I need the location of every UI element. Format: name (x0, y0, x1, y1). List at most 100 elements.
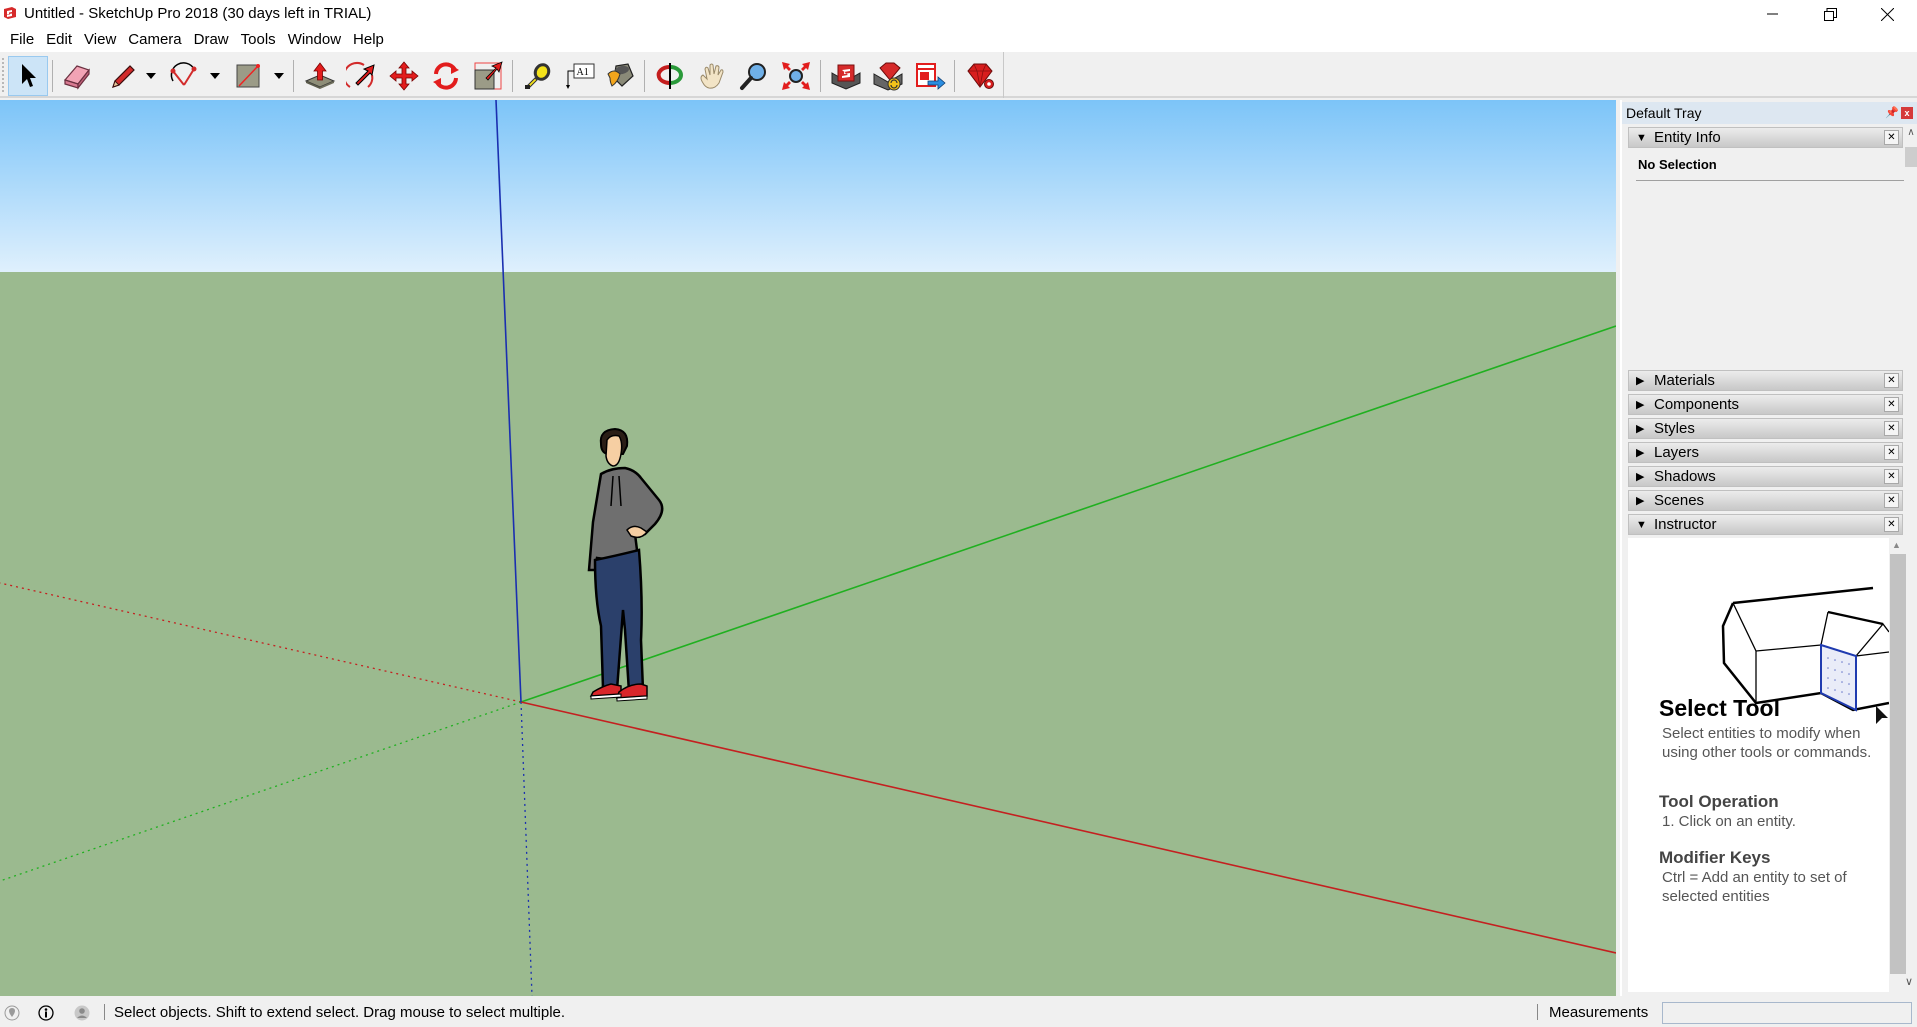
text-tool-button[interactable]: A1 (560, 56, 600, 96)
panel-header-materials[interactable]: ▶ Materials ✕ (1628, 370, 1903, 391)
toolbar-grip[interactable] (2, 58, 5, 92)
modifier-keys-text: Ctrl = Add an entity to set of selected … (1662, 869, 1847, 905)
menu-edit[interactable]: Edit (40, 29, 78, 51)
toolbar-separator (512, 60, 513, 92)
restore-button[interactable] (1801, 0, 1859, 28)
arc-tool-dropdown[interactable] (207, 56, 223, 96)
line-tool-dropdown[interactable] (143, 56, 159, 96)
scale-icon (474, 61, 503, 90)
eraser-tool-button[interactable] (57, 56, 97, 96)
toolbar-separator (820, 60, 821, 92)
menu-file[interactable]: File (4, 29, 40, 51)
menu-window[interactable]: Window (282, 29, 347, 51)
panel-close-button[interactable]: ✕ (1884, 493, 1899, 508)
toolbar-separator (644, 60, 645, 92)
sky (0, 100, 1616, 272)
push-pull-tool-button[interactable] (300, 56, 340, 96)
measurements-input[interactable] (1662, 1002, 1912, 1024)
scrollbar-thumb[interactable] (1890, 554, 1906, 974)
panel-close-button[interactable]: ✕ (1884, 421, 1899, 436)
scroll-up-icon[interactable]: ∧ (1905, 127, 1917, 141)
status-bar: Select objects. Shift to extend select. … (0, 998, 1917, 1027)
panel-header-shadows[interactable]: ▶ Shadows ✕ (1628, 466, 1903, 487)
panel-header-instructor[interactable]: ▼ Instructor ✕ (1628, 514, 1903, 535)
sketchup-logo-icon (4, 7, 16, 19)
tray-title: Default Tray (1626, 105, 1702, 121)
rotate-tool-button[interactable] (426, 56, 466, 96)
panel-header-entity-info[interactable]: ▼ Entity Info ✕ (1628, 127, 1903, 148)
send-to-layout-icon (916, 63, 946, 90)
warehouse-icon (831, 64, 861, 90)
menu-help[interactable]: Help (347, 29, 390, 51)
rectangle-icon (236, 64, 260, 88)
credits-info-icon[interactable] (38, 1005, 54, 1021)
status-separator (104, 1004, 105, 1020)
arc-tool-button[interactable] (164, 56, 204, 96)
orbit-tool-button[interactable] (650, 56, 690, 96)
offset-icon (346, 62, 375, 88)
ground (0, 272, 1616, 996)
zoom-icon (740, 63, 766, 90)
move-tool-button[interactable] (384, 56, 424, 96)
instructor-content: Select Tool Select entities to modify wh… (1628, 538, 1889, 992)
panel-close-button[interactable]: ✕ (1884, 373, 1899, 388)
pin-icon[interactable]: 📌 (1885, 106, 1899, 120)
minimize-button[interactable] (1744, 0, 1802, 28)
panel-close-button[interactable]: ✕ (1884, 445, 1899, 460)
menu-camera[interactable]: Camera (122, 29, 187, 51)
panel-close-button[interactable]: ✕ (1884, 517, 1899, 532)
tray-scrollbar[interactable]: ∧ (1905, 127, 1917, 367)
minimize-icon (1767, 13, 1778, 15)
scale-tool-button[interactable] (468, 56, 508, 96)
tape-measure-tool-button[interactable] (518, 56, 558, 96)
3d-warehouse-button[interactable] (826, 56, 866, 96)
menu-tools[interactable]: Tools (235, 29, 282, 51)
scrollbar-thumb[interactable] (1905, 147, 1917, 167)
panel-header-components[interactable]: ▶ Components ✕ (1628, 394, 1903, 415)
rectangle-tool-button[interactable] (228, 56, 268, 96)
line-tool-button[interactable] (102, 56, 142, 96)
menu-draw[interactable]: Draw (188, 29, 235, 51)
modeling-viewport[interactable] (0, 100, 1616, 996)
panel-label: Styles (1654, 420, 1695, 437)
extension-warehouse-button[interactable] (868, 56, 908, 96)
extension-manager-button[interactable] (960, 56, 1000, 96)
rectangle-tool-dropdown[interactable] (271, 56, 287, 96)
select-tool-button[interactable] (8, 56, 48, 96)
toolbar-separator (293, 60, 294, 92)
panel-header-layers[interactable]: ▶ Layers ✕ (1628, 442, 1903, 463)
status-message: Select objects. Shift to extend select. … (114, 1004, 566, 1021)
tray-close-button[interactable]: x (1901, 107, 1913, 119)
expanded-arrow-icon: ▼ (1636, 519, 1647, 531)
measurements-label: Measurements (1549, 1004, 1649, 1021)
panel-header-scenes[interactable]: ▶ Scenes ✕ (1628, 490, 1903, 511)
paint-bucket-tool-button[interactable] (600, 56, 640, 96)
close-button[interactable] (1858, 0, 1916, 28)
collapsed-arrow-icon: ▶ (1636, 495, 1645, 507)
status-separator (1537, 1004, 1538, 1020)
panel-close-button[interactable]: ✕ (1884, 469, 1899, 484)
panel-close-button[interactable]: ✕ (1884, 397, 1899, 412)
eraser-icon (63, 65, 90, 90)
toolbar-separator (954, 60, 955, 92)
panel-header-styles[interactable]: ▶ Styles ✕ (1628, 418, 1903, 439)
zoom-tool-button[interactable] (734, 56, 774, 96)
collapsed-arrow-icon: ▶ (1636, 375, 1645, 387)
zoom-extents-tool-button[interactable] (776, 56, 816, 96)
instructor-scrollbar[interactable]: ▲ (1889, 538, 1907, 992)
geolocation-icon[interactable] (4, 1005, 20, 1021)
tool-operation-heading: Tool Operation (1659, 792, 1779, 811)
extension-warehouse-icon (873, 62, 903, 91)
viewport-scene[interactable] (0, 100, 1616, 996)
scroll-up-icon[interactable]: ▲ (1892, 540, 1901, 550)
user-account-icon[interactable] (74, 1005, 90, 1021)
panel-close-button[interactable]: ✕ (1884, 130, 1899, 145)
menu-view[interactable]: View (78, 29, 122, 51)
scroll-down-icon[interactable]: ∨ (1905, 975, 1913, 988)
pan-tool-button[interactable] (692, 56, 732, 96)
getting-started-toolbar: A1 (0, 52, 1917, 98)
send-to-layout-button[interactable] (910, 56, 950, 96)
offset-tool-button[interactable] (342, 56, 382, 96)
instructor-description: Select entities to modify when using oth… (1662, 725, 1872, 761)
tray-header: Default Tray 📌 x (1622, 102, 1917, 124)
